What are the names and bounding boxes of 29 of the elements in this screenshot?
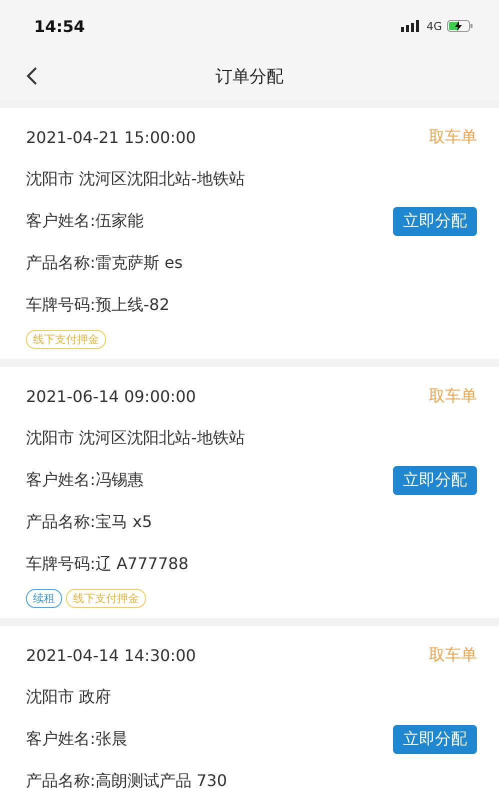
order-type: 取车单 [429,386,477,406]
customer-name: 客户姓名:伍家能 [26,210,144,232]
product-name: 产品名称:宝马 x5 [26,512,152,532]
battery-icon [447,20,473,32]
signal-icon [401,20,422,32]
order-tag: 线下支付押金 [26,330,106,349]
order-tag: 续租 [26,589,62,608]
assign-button[interactable]: 立即分配 [393,206,477,236]
order-datetime: 2021-06-14 09:00:00 [26,386,196,406]
order-datetime: 2021-04-21 15:00:00 [26,128,196,146]
assign-button[interactable]: 立即分配 [393,466,477,494]
customer-name: 客户姓名:冯锡惠 [26,470,144,490]
order-address: 沈阳市 沈河区沈阳北站-地铁站 [26,428,245,448]
order-datetime: 2021-04-14 14:30:00 [26,646,196,664]
order-tag: 线下支付押金 [66,589,146,608]
product-name: 产品名称:高朗测试产品 730 [26,770,228,792]
plate-number: 车牌号码:辽 A777788 [26,554,188,574]
customer-name: 客户姓名:张晨 [26,728,128,750]
status-time: 14:54 [34,16,85,36]
order-address: 沈阳市 政府 [26,686,112,708]
page-title: 订单分配 [216,66,284,88]
plate-number: 车牌号码:预上线-82 [26,294,170,316]
network-label: 4G [426,20,442,32]
order-address: 沈阳市 沈河区沈阳北站-地铁站 [26,168,245,190]
product-name: 产品名称:雷克萨斯 es [26,252,183,274]
order-type: 取车单 [429,126,477,148]
order-type: 取车单 [429,644,477,666]
back-icon[interactable] [26,66,38,86]
assign-button[interactable]: 立即分配 [393,724,477,754]
